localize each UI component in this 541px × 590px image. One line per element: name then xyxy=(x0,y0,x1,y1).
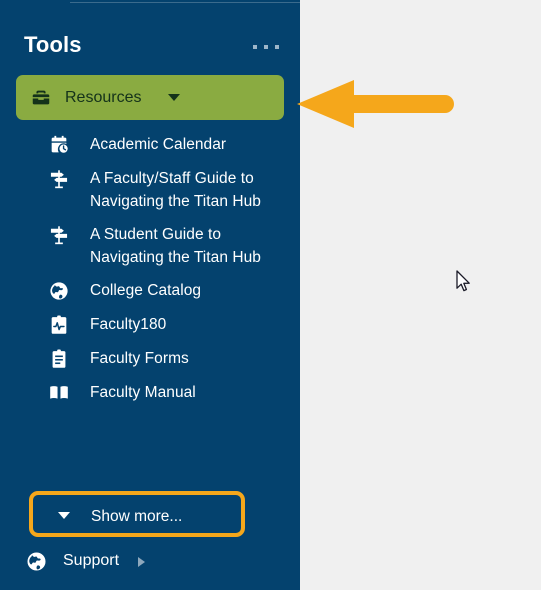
tools-header: Tools xyxy=(0,30,300,72)
list-item-faculty-forms[interactable]: Faculty Forms xyxy=(0,342,300,376)
page-title: Tools xyxy=(24,32,82,57)
resources-section-button[interactable]: Resources xyxy=(16,75,284,120)
more-options-icon[interactable] xyxy=(253,38,279,56)
signpost-icon xyxy=(48,168,70,190)
chevron-down-icon xyxy=(168,94,180,101)
list-item-student-guide[interactable]: A Student Guide to Navigating the Titan … xyxy=(0,218,300,274)
show-more-button[interactable]: Show more... xyxy=(29,491,245,537)
sidebar-top-divider xyxy=(70,2,300,3)
dot-3 xyxy=(275,45,279,49)
globe-icon xyxy=(25,550,48,573)
list-item-academic-calendar[interactable]: Academic Calendar xyxy=(0,128,300,162)
dot-1 xyxy=(253,45,257,49)
list-item-label: College Catalog xyxy=(90,282,202,299)
support-label: Support xyxy=(63,552,120,569)
page-root: Tools Resources Academic Calendar A Facu… xyxy=(0,0,541,590)
list-item-faculty180[interactable]: Faculty180 xyxy=(0,308,300,342)
chevron-down-icon xyxy=(58,512,70,519)
calendar-clock-icon xyxy=(48,134,70,156)
sidebar-item-support[interactable]: Support xyxy=(0,546,300,580)
list-item-label: Faculty Manual xyxy=(90,384,196,401)
list-item-faculty-manual[interactable]: Faculty Manual xyxy=(0,376,300,410)
show-more-label: Show more... xyxy=(91,508,183,525)
chevron-right-icon xyxy=(138,557,145,567)
clipboard-icon xyxy=(48,348,70,370)
signpost-icon xyxy=(48,224,70,246)
callout-arrow-icon xyxy=(297,80,455,128)
resources-label: Resources xyxy=(65,89,142,106)
tools-sidebar: Tools Resources Academic Calendar A Facu… xyxy=(0,0,300,590)
resource-list: Academic Calendar A Faculty/Staff Guide … xyxy=(0,128,300,410)
globe-icon xyxy=(48,280,70,302)
list-item-faculty-staff-guide[interactable]: A Faculty/Staff Guide to Navigating the … xyxy=(0,162,300,218)
dot-2 xyxy=(264,45,268,49)
list-item-label: A Student Guide to Navigating the Titan … xyxy=(90,226,261,266)
clipboard-pulse-icon xyxy=(48,314,70,336)
list-item-college-catalog[interactable]: College Catalog xyxy=(0,274,300,308)
mouse-cursor xyxy=(456,270,472,294)
list-item-label: Faculty180 xyxy=(90,316,167,333)
list-item-label: Faculty Forms xyxy=(90,350,189,367)
toolbox-icon xyxy=(30,87,52,109)
list-item-label: A Faculty/Staff Guide to Navigating the … xyxy=(90,170,261,210)
list-item-label: Academic Calendar xyxy=(90,136,227,153)
open-book-icon xyxy=(48,382,70,404)
